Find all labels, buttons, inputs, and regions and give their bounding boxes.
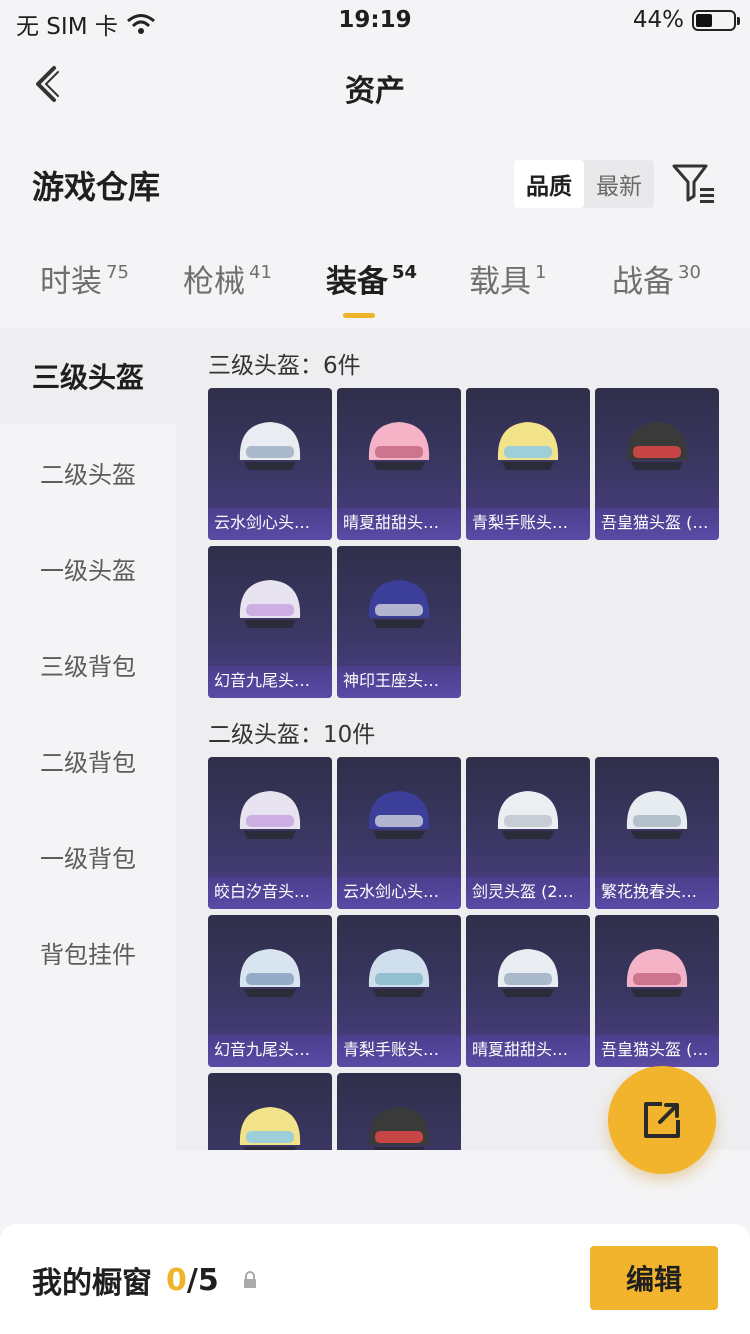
tab-count: 30 xyxy=(678,262,701,283)
status-right: 44% xyxy=(632,7,740,33)
item-name: 剑灵头盔 (2… xyxy=(472,882,574,901)
tab-label: 时装 xyxy=(40,264,102,300)
edit-button[interactable]: 编辑 xyxy=(590,1246,718,1310)
battery-icon xyxy=(692,9,740,31)
item-name: 云水剑心头… xyxy=(214,513,311,532)
helmet-icon xyxy=(239,791,301,839)
sort-quality-button[interactable]: 品质 xyxy=(514,160,584,208)
showcase-footer: 我的橱窗 0/5 编辑 xyxy=(0,1224,750,1334)
item-name: 晴夏甜甜头… xyxy=(472,1040,569,1059)
item-card[interactable]: 剑灵头盔 (2… xyxy=(466,757,590,909)
item-name: 皎白汐音头… xyxy=(214,882,311,901)
external-link-icon xyxy=(644,1102,680,1138)
nav-bar: 资产 xyxy=(0,52,750,116)
warehouse-title: 游戏仓库 xyxy=(32,168,161,206)
content-area: 三级头盔 二级头盔 一级头盔 三级背包 二级背包 一级背包 背包挂件 三级头盔：… xyxy=(0,328,750,1150)
sidebar-item-level3-helmet[interactable]: 三级头盔 xyxy=(0,328,176,424)
item-name: 幻音九尾头… xyxy=(214,1040,311,1059)
section-title: 二级头盔：10件 xyxy=(208,722,376,748)
item-name: 吾皇猫头盔 (… xyxy=(601,513,709,532)
active-tab-indicator xyxy=(343,313,375,318)
tab-count: 41 xyxy=(249,262,272,283)
item-name: 神印王座头… xyxy=(343,671,440,690)
helmet-icon xyxy=(239,1107,301,1150)
item-name: 繁花挽春头… xyxy=(601,882,698,901)
helmet-icon xyxy=(626,949,688,997)
item-card[interactable]: 幻音九尾头… xyxy=(208,546,332,698)
helmet-icon xyxy=(368,580,430,628)
helmet-icon xyxy=(239,949,301,997)
showcase-count: 0/5 xyxy=(166,1263,219,1298)
helmet-icon xyxy=(368,422,430,470)
helmet-icon xyxy=(497,422,559,470)
sidebar-item-level1-helmet[interactable]: 一级头盔 xyxy=(0,520,176,616)
item-card[interactable] xyxy=(208,1073,332,1150)
item-card[interactable] xyxy=(337,1073,461,1150)
sidebar-item-level2-backpack[interactable]: 二级背包 xyxy=(0,712,176,808)
sort-latest-button[interactable]: 最新 xyxy=(584,160,654,208)
tab-label: 载具 xyxy=(469,264,531,300)
battery-percent: 44% xyxy=(632,7,684,33)
sidebar-item-level1-backpack[interactable]: 一级背包 xyxy=(0,808,176,904)
helmet-icon xyxy=(626,422,688,470)
showcase-label-group: 我的橱窗 0/5 xyxy=(32,1258,259,1302)
tab-count: 75 xyxy=(106,262,129,283)
item-name: 吾皇猫头盔 (… xyxy=(601,1040,709,1059)
item-card[interactable]: 晴夏甜甜头… xyxy=(337,388,461,540)
section-title: 三级头盔：6件 xyxy=(208,353,361,379)
item-card[interactable]: 云水剑心头… xyxy=(337,757,461,909)
item-grid-area: 三级头盔：6件 云水剑心头… 晴夏甜甜头… 青梨手账头… 吾皇猫头盔 (… 幻音九尾头…… xyxy=(176,328,750,1150)
sidebar-item-level2-helmet[interactable]: 二级头盔 xyxy=(0,424,176,520)
item-card[interactable]: 晴夏甜甜头… xyxy=(466,915,590,1067)
tab-count: 54 xyxy=(392,262,418,283)
tab-label: 装备 xyxy=(326,264,388,300)
item-card[interactable]: 皎白汐音头… xyxy=(208,757,332,909)
sort-toggle: 品质 最新 xyxy=(514,160,654,208)
item-grid: 云水剑心头… 晴夏甜甜头… 青梨手账头… 吾皇猫头盔 (… 幻音九尾头… 神印王座头… xyxy=(208,388,728,698)
item-name: 青梨手账头… xyxy=(472,513,569,532)
sidebar-item-level3-backpack[interactable]: 三级背包 xyxy=(0,616,176,712)
showcase-count-current: 0 xyxy=(166,1262,187,1298)
tab-vehicles[interactable]: 载具 1 xyxy=(469,256,546,301)
tab-count: 1 xyxy=(535,262,547,283)
item-name: 云水剑心头… xyxy=(343,882,440,901)
helmet-icon xyxy=(626,791,688,839)
item-name: 青梨手账头… xyxy=(343,1040,440,1059)
item-card[interactable]: 神印王座头… xyxy=(337,546,461,698)
tab-supplies[interactable]: 战备 30 xyxy=(612,256,701,301)
helmet-icon xyxy=(239,422,301,470)
item-card[interactable]: 吾皇猫头盔 (… xyxy=(595,388,719,540)
item-card[interactable]: 吾皇猫头盔 (… xyxy=(595,915,719,1067)
lock-icon xyxy=(243,1271,256,1288)
item-name: 晴夏甜甜头… xyxy=(343,513,440,532)
category-tabs: 时装 75 枪械 41 装备 54 载具 1 战备 30 xyxy=(0,256,750,328)
item-name: 幻音九尾头… xyxy=(214,671,311,690)
helmet-icon xyxy=(497,791,559,839)
item-card[interactable]: 繁花挽春头… xyxy=(595,757,719,909)
status-bar: 无 SIM 卡 19:19 44% xyxy=(0,0,750,44)
tab-equipment[interactable]: 装备 54 xyxy=(326,256,417,301)
helmet-icon xyxy=(239,580,301,628)
item-card[interactable]: 青梨手账头… xyxy=(466,388,590,540)
tab-label: 枪械 xyxy=(183,264,245,300)
tab-weapons[interactable]: 枪械 41 xyxy=(183,256,272,301)
sidebar: 三级头盔 二级头盔 一级头盔 三级背包 二级背包 一级背包 背包挂件 xyxy=(0,328,176,1150)
share-button[interactable] xyxy=(608,1066,716,1174)
item-card[interactable]: 云水剑心头… xyxy=(208,388,332,540)
page-title: 资产 xyxy=(345,74,405,109)
showcase-count-total: /5 xyxy=(186,1262,219,1298)
tab-fashion[interactable]: 时装 75 xyxy=(40,256,129,301)
tab-label: 战备 xyxy=(612,264,674,300)
helmet-icon xyxy=(497,949,559,997)
helmet-icon xyxy=(368,949,430,997)
showcase-label: 我的橱窗 xyxy=(32,1266,152,1301)
helmet-icon xyxy=(368,791,430,839)
sidebar-item-backpack-charm[interactable]: 背包挂件 xyxy=(0,904,176,1000)
filter-icon[interactable] xyxy=(670,160,718,208)
item-card[interactable]: 青梨手账头… xyxy=(337,915,461,1067)
helmet-icon xyxy=(368,1107,430,1150)
item-card[interactable]: 幻音九尾头… xyxy=(208,915,332,1067)
